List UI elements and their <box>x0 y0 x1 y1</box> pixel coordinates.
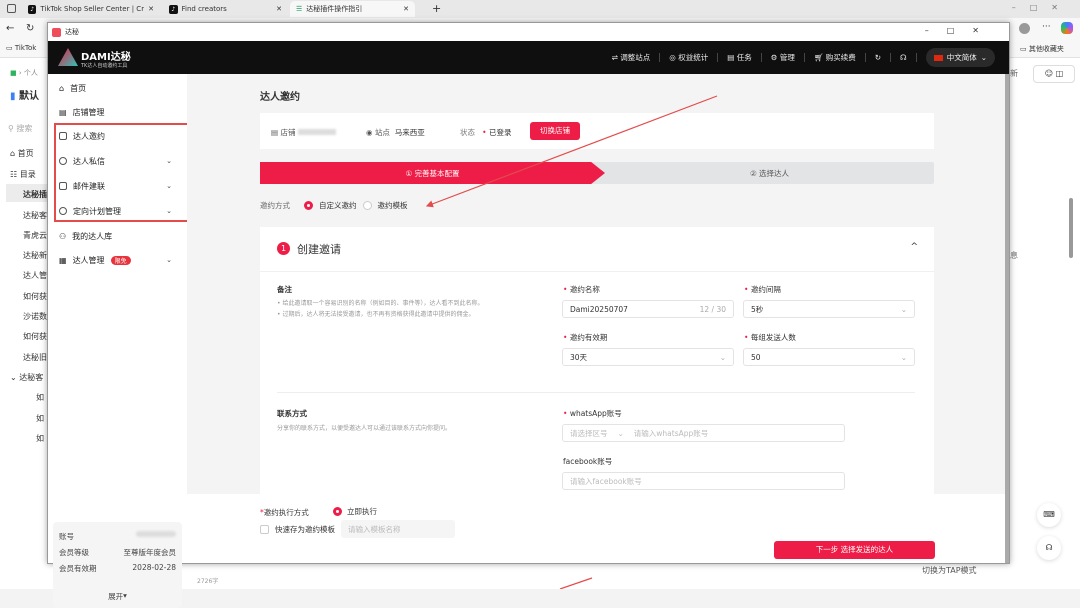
expand-button[interactable]: 展开 ▾ <box>59 591 176 602</box>
arrow-line-bg <box>559 577 593 589</box>
arrow-line <box>425 95 718 208</box>
annotation-arrow <box>425 95 718 589</box>
